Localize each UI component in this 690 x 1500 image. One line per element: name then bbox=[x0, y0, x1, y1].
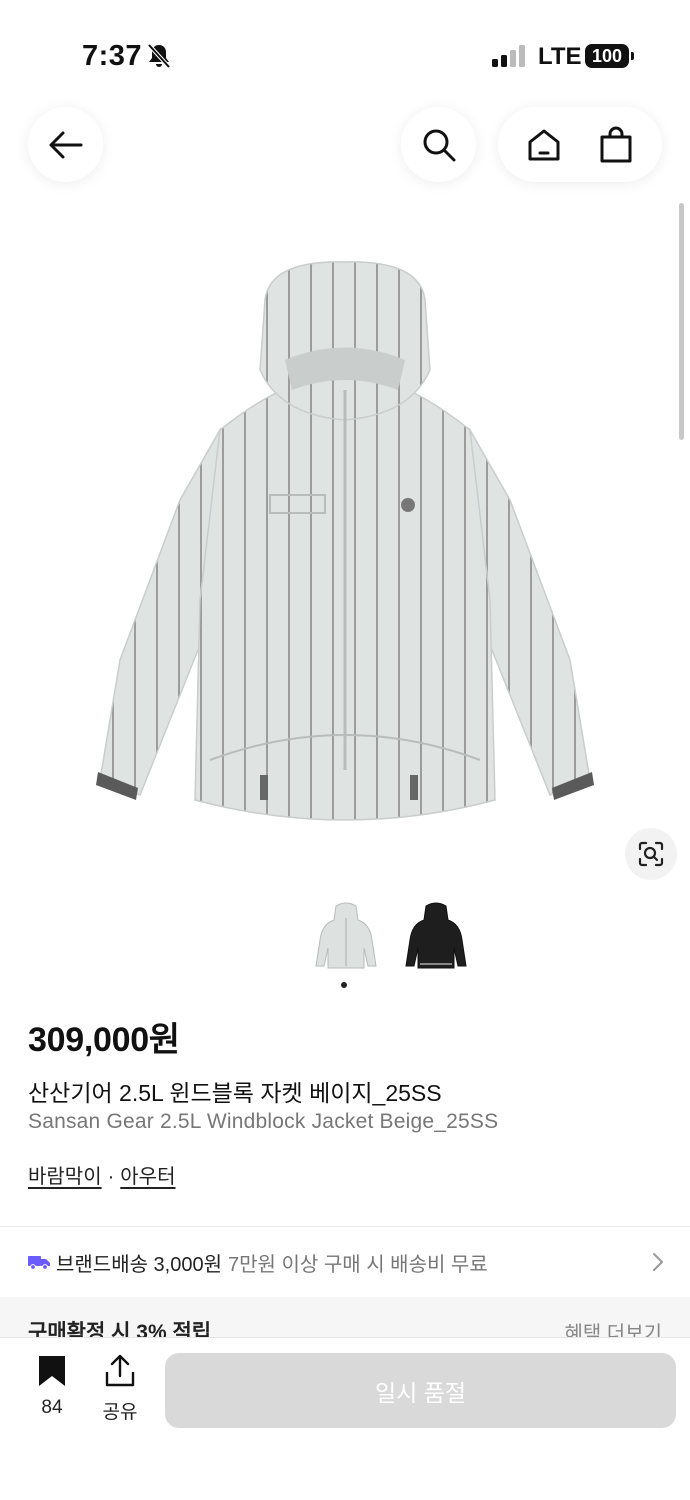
thumbnail-beige[interactable] bbox=[312, 900, 380, 972]
category-link-outer[interactable]: 아우터 bbox=[120, 1166, 175, 1188]
bookmark-count: 84 bbox=[41, 1397, 63, 1418]
network-label: LTE bbox=[538, 43, 582, 70]
chevron-right-icon bbox=[653, 1253, 663, 1271]
back-button[interactable] bbox=[28, 107, 103, 182]
bookmark-icon bbox=[39, 1356, 65, 1386]
shipping-label: 브랜드배송 3,000원 bbox=[56, 1253, 223, 1276]
category-link-windbreaker[interactable]: 바람막이 bbox=[28, 1166, 102, 1188]
nav-actions bbox=[498, 107, 662, 182]
scrollbar[interactable] bbox=[679, 203, 684, 440]
truck-icon bbox=[28, 1256, 50, 1270]
bookmark-button[interactable]: 84 bbox=[30, 1354, 74, 1419]
share-label: 공유 bbox=[102, 1402, 138, 1423]
carousel-indicator bbox=[341, 982, 347, 988]
image-search-button[interactable] bbox=[625, 828, 677, 880]
battery-indicator: 100 bbox=[585, 44, 634, 68]
image-search-icon bbox=[638, 841, 664, 867]
search-icon bbox=[423, 129, 455, 161]
search-button[interactable] bbox=[401, 107, 476, 182]
sold-out-button[interactable]: 일시 품절 bbox=[165, 1353, 676, 1428]
status-time: 7:37 bbox=[82, 40, 143, 72]
product-image[interactable] bbox=[80, 240, 610, 840]
home-button[interactable] bbox=[514, 115, 574, 175]
product-name-ko: 산산기어 2.5L 윈드블록 자켓 베이지_25SS bbox=[28, 1080, 442, 1106]
status-bar: 7:37 LTE 100 bbox=[0, 0, 690, 110]
share-icon bbox=[105, 1354, 135, 1387]
home-icon bbox=[528, 129, 560, 160]
shipping-note: 7만원 이상 구매 시 배송비 무료 bbox=[228, 1253, 488, 1276]
breadcrumb: 바람막이 · 아우터 bbox=[28, 1160, 175, 1189]
cart-button[interactable] bbox=[586, 115, 646, 175]
product-name-en: Sansan Gear 2.5L Windblock Jacket Beige_… bbox=[28, 1110, 499, 1133]
arrow-left-icon bbox=[49, 131, 82, 158]
shipping-row[interactable]: 브랜드배송 3,000원 7만원 이상 구매 시 배송비 무료 bbox=[0, 1227, 690, 1297]
signal-icon bbox=[492, 45, 525, 67]
thumbnail-strip bbox=[312, 900, 470, 972]
share-button[interactable]: 공유 bbox=[98, 1354, 142, 1424]
category-separator: · bbox=[107, 1166, 115, 1188]
shopping-bag-icon bbox=[600, 126, 632, 162]
product-price: 309,000원 bbox=[28, 1021, 180, 1059]
bell-slash-icon bbox=[147, 43, 171, 69]
thumbnail-black[interactable] bbox=[402, 900, 470, 972]
